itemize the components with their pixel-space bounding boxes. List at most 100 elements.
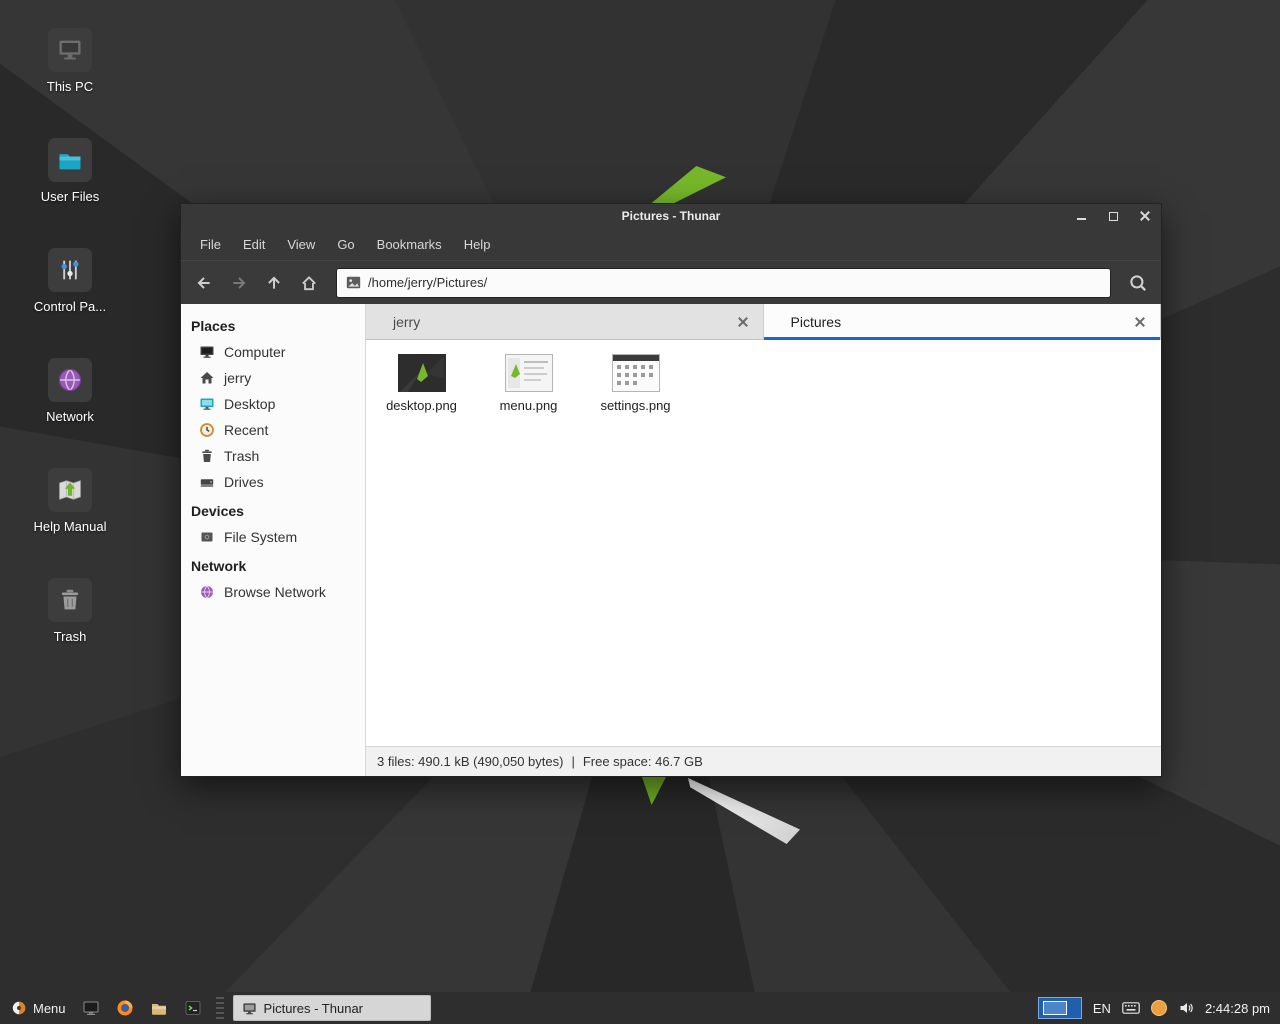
status-separator: | <box>571 754 574 769</box>
keyboard-layout-indicator[interactable]: EN <box>1093 1001 1111 1016</box>
sidebar-item-label: Trash <box>224 448 259 464</box>
image-icon <box>346 276 361 289</box>
maximize-icon <box>1109 212 1118 221</box>
path-bar[interactable]: /home/jerry/Pictures/ <box>336 268 1111 298</box>
volume-icon[interactable] <box>1178 1000 1194 1016</box>
desktop-icon-label: Network <box>26 409 114 424</box>
tab-jerry[interactable]: jerry <box>366 304 764 340</box>
forward-button[interactable] <box>223 267 255 299</box>
tab-bar: jerry Pictures <box>366 304 1161 340</box>
pager-window <box>1043 1001 1067 1015</box>
notification-icon[interactable] <box>1151 1000 1167 1016</box>
menu-edit[interactable]: Edit <box>232 230 276 259</box>
menu-view[interactable]: View <box>276 230 326 259</box>
desktop-icon-label: Control Pa... <box>26 299 114 314</box>
sidebar-header-places: Places <box>181 310 365 339</box>
desktop-icon-control-panel[interactable]: Control Pa... <box>26 248 114 314</box>
file-name: desktop.png <box>372 398 471 413</box>
taskbar: Menu Pictures - Thunar EN <box>0 992 1280 1024</box>
sidebar-item-recent[interactable]: Recent <box>181 417 365 443</box>
close-icon <box>737 316 749 328</box>
sidebar-item-computer[interactable]: Computer <box>181 339 365 365</box>
computer-icon <box>199 344 215 360</box>
drives-icon <box>199 474 215 490</box>
folder-icon <box>48 138 92 182</box>
desktop-monitor-icon <box>199 396 215 412</box>
menu-file[interactable]: File <box>189 230 232 259</box>
sidebar-item-desktop[interactable]: Desktop <box>181 391 365 417</box>
network-globe-icon <box>199 584 215 600</box>
path-text: /home/jerry/Pictures/ <box>368 275 487 290</box>
sidebar-item-file-system[interactable]: File System <box>181 524 365 550</box>
recent-clock-icon <box>199 422 215 438</box>
map-icon <box>48 468 92 512</box>
menu-button[interactable]: Menu <box>6 992 71 1024</box>
desktop-icon-label: This PC <box>26 79 114 94</box>
home-button[interactable] <box>293 267 325 299</box>
file-manager-launcher[interactable] <box>145 992 173 1024</box>
file-settings-png[interactable]: settings.png <box>586 350 685 417</box>
tab-close-button[interactable] <box>733 312 753 332</box>
sidebar-item-label: Browse Network <box>224 584 326 600</box>
home-icon <box>199 370 215 386</box>
maximize-button[interactable] <box>1097 204 1129 228</box>
network-globe-icon <box>48 358 92 402</box>
clock[interactable]: 2:44:28 pm <box>1205 1001 1270 1016</box>
tab-pictures[interactable]: Pictures <box>764 304 1162 340</box>
menubar: File Edit View Go Bookmarks Help <box>181 228 1161 260</box>
keyboard-icon[interactable] <box>1122 1002 1140 1014</box>
file-menu-png[interactable]: menu.png <box>479 350 578 417</box>
image-thumbnail <box>398 354 446 392</box>
control-sliders-icon <box>48 248 92 292</box>
distro-logo-icon <box>11 1000 27 1016</box>
taskbar-window-label: Pictures - Thunar <box>264 1001 363 1016</box>
status-free-space: Free space: 46.7 GB <box>583 754 703 769</box>
toolbar: /home/jerry/Pictures/ <box>181 260 1161 304</box>
trash-icon <box>48 578 92 622</box>
desktop-icon-label: Help Manual <box>26 519 114 534</box>
sidebar: Places Computer jerry Desktop Recent <box>181 304 366 776</box>
file-name: menu.png <box>479 398 578 413</box>
tab-label: jerry <box>393 314 733 330</box>
desktop-icon-help-manual[interactable]: Help Manual <box>26 468 114 534</box>
menu-go[interactable]: Go <box>326 230 365 259</box>
desktop-icon-this-pc[interactable]: This PC <box>26 28 114 94</box>
menu-help[interactable]: Help <box>453 230 502 259</box>
taskbar-window-button[interactable]: Pictures - Thunar <box>233 995 431 1021</box>
status-bar: 3 files: 490.1 kB (490,050 bytes) | Free… <box>366 746 1161 776</box>
window-list-handle[interactable] <box>216 997 224 1019</box>
sidebar-item-label: Recent <box>224 422 268 438</box>
back-button[interactable] <box>188 267 220 299</box>
sidebar-item-jerry[interactable]: jerry <box>181 365 365 391</box>
desktop-icon-label: User Files <box>26 189 114 204</box>
desktop-icon-label: Trash <box>26 629 114 644</box>
menu-button-label: Menu <box>33 1001 66 1016</box>
thunar-icon <box>242 1001 257 1016</box>
sidebar-item-label: Drives <box>224 474 264 490</box>
up-button[interactable] <box>258 267 290 299</box>
titlebar[interactable]: Pictures - Thunar <box>181 204 1161 228</box>
close-button[interactable] <box>1129 204 1161 228</box>
file-view[interactable]: desktop.png menu.png <box>366 340 1161 746</box>
menu-bookmarks[interactable]: Bookmarks <box>366 230 453 259</box>
close-icon <box>1134 316 1146 328</box>
sidebar-item-trash[interactable]: Trash <box>181 443 365 469</box>
screen: This PC User Files Control Pa... Network… <box>0 0 1280 1024</box>
sidebar-item-drives[interactable]: Drives <box>181 469 365 495</box>
firefox-launcher[interactable] <box>111 992 139 1024</box>
image-thumbnail <box>505 354 553 392</box>
file-desktop-png[interactable]: desktop.png <box>372 350 471 417</box>
search-button[interactable] <box>1122 267 1154 299</box>
minimize-icon <box>1077 218 1086 220</box>
sidebar-header-network: Network <box>181 550 365 579</box>
tab-close-button[interactable] <box>1130 312 1150 332</box>
minimize-button[interactable] <box>1065 204 1097 228</box>
show-desktop-button[interactable] <box>77 992 105 1024</box>
sidebar-item-browse-network[interactable]: Browse Network <box>181 579 365 605</box>
desktop-icon-user-files[interactable]: User Files <box>26 138 114 204</box>
desktop-icon-trash[interactable]: Trash <box>26 578 114 644</box>
sidebar-item-label: Computer <box>224 344 285 360</box>
workspace-pager[interactable] <box>1038 997 1082 1019</box>
desktop-icon-network[interactable]: Network <box>26 358 114 424</box>
terminal-launcher[interactable] <box>179 992 207 1024</box>
